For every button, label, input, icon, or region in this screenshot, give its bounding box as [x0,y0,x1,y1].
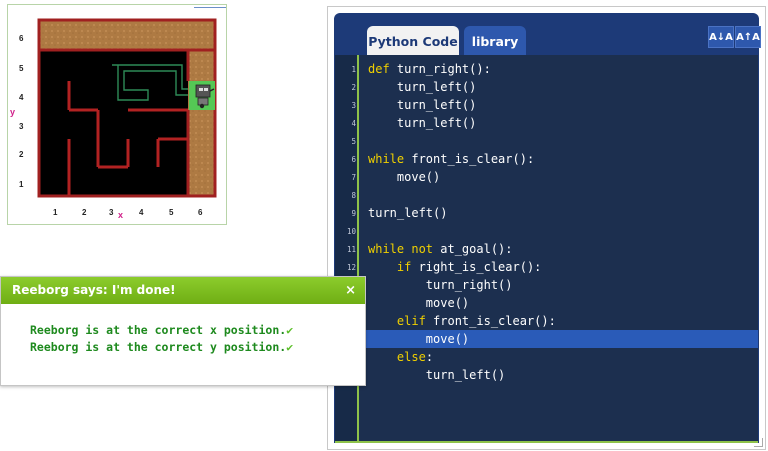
code-line[interactable]: while not at_goal(): [368,240,513,258]
col-label-4: 4 [139,208,144,217]
code-line[interactable]: move() [368,330,469,348]
code-line[interactable]: def turn_right(): [368,60,491,78]
line-number: 11 [346,245,356,254]
row-label-5: 5 [19,64,24,73]
world-panel: 6 5 4 3 2 1 1 2 3 4 5 6 y x [7,4,227,225]
x-axis-label: x [118,210,123,220]
line-number: 4 [351,119,356,128]
code-editor-panel: Python Code library A↓A A↑A 1 def turn_ri… [327,6,766,450]
message-y-position: Reeborg is at the correct y position.✔ [30,340,294,354]
col-label-3: 3 [109,208,114,217]
code-line[interactable]: turn_left() [368,366,505,384]
line-number: 12 [346,263,356,272]
resize-handle[interactable] [754,438,763,447]
col-label-6: 6 [198,208,203,217]
maze-floor [40,50,188,195]
code-line[interactable]: turn_left() [368,78,476,96]
code-line[interactable]: else: [368,348,433,366]
decrease-font-button[interactable]: A↓A [708,26,734,48]
line-number: 9 [351,209,356,218]
increase-font-button[interactable]: A↑A [735,26,761,48]
row-label-1: 1 [19,180,24,189]
code-area[interactable]: 1 def turn_right(): 2 turn_left() 3 turn_le… [334,55,759,443]
y-axis-label: y [10,107,15,117]
close-icon[interactable]: × [345,277,356,304]
row-label-4: 4 [19,93,24,102]
code-line[interactable]: turn_left() [368,204,447,222]
dialog-title: Reeborg says: I'm done! [12,283,176,297]
code-line[interactable]: move() [368,168,440,186]
line-number: 5 [351,137,356,146]
code-line[interactable]: while front_is_clear(): [368,150,534,168]
row-label-3: 3 [19,122,24,131]
tab-library[interactable]: library [464,26,526,58]
line-number: 3 [351,101,356,110]
code-line[interactable]: turn_right() [368,276,513,294]
code-line[interactable]: elif front_is_clear(): [368,312,556,330]
row-label-6: 6 [19,34,24,43]
line-number: 2 [351,83,356,92]
checkmark-icon: ✔ [286,340,294,354]
col-label-5: 5 [169,208,174,217]
row-label-2: 2 [19,150,24,159]
checkmark-icon: ✔ [286,323,294,337]
col-label-1: 1 [53,208,58,217]
col-label-2: 2 [82,208,87,217]
code-line[interactable]: turn_left() [368,114,476,132]
gutter-bottom-border [335,441,758,443]
editor-tab-bar: Python Code library A↓A A↑A [334,13,761,58]
reeborg-dialog: Reeborg says: I'm done! × Reeborg is at … [0,276,366,386]
line-number: 8 [351,191,356,200]
code-line[interactable]: move() [368,294,469,312]
code-line[interactable]: turn_left() [368,96,476,114]
reeborg-world-map: 6 5 4 3 2 1 1 2 3 4 5 6 y x [10,18,217,220]
line-number: 10 [346,227,356,236]
line-number: 6 [351,155,356,164]
code-line[interactable]: if right_is_clear(): [368,258,542,276]
message-x-position: Reeborg is at the correct x position.✔ [30,323,294,337]
dialog-header[interactable]: Reeborg says: I'm done! × [1,277,365,304]
line-number: 7 [351,173,356,182]
tab-python-code[interactable]: Python Code [367,26,459,58]
line-number: 1 [351,65,356,74]
